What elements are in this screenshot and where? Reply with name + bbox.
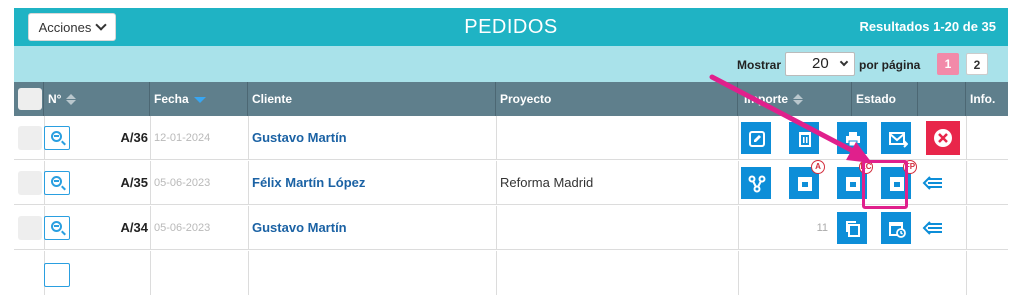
por-pagina-label: por página <box>859 58 921 72</box>
column-proyecto[interactable]: Proyecto <box>496 82 738 116</box>
per-page-select[interactable]: 20 <box>785 52 855 76</box>
column-proyecto-label: Proyecto <box>500 92 552 106</box>
table-row: A/36 12-01-2024 Gustavo Martín <box>14 116 1008 160</box>
column-num-label: N° <box>48 92 62 106</box>
zoom-in-icon[interactable] <box>44 216 70 240</box>
pagination-bar: Mostrar 20 por página 1 2 <box>14 46 1008 82</box>
order-date: 05-06-2023 <box>154 222 211 234</box>
sort-icon <box>793 94 804 106</box>
branch-icon <box>748 175 766 193</box>
row-checkbox[interactable] <box>18 126 42 150</box>
order-number: A/35 <box>120 175 148 190</box>
order-number: A/34 <box>120 220 148 235</box>
project-name: Reforma Madrid <box>500 175 594 190</box>
toolbar: PEDIDOS Acciones Resultados 1-20 de 35 <box>14 8 1008 46</box>
row-checkbox[interactable] <box>18 171 42 195</box>
order-amount: 11 <box>816 222 828 234</box>
edit-icon <box>749 131 765 147</box>
zoom-in-icon[interactable] <box>44 171 70 195</box>
table-header: N° Fecha Cliente Proyecto Importe Estado… <box>14 82 1008 116</box>
column-importe[interactable]: Importe <box>738 82 852 116</box>
document-a-button[interactable]: A <box>788 160 825 200</box>
select-all-header <box>14 82 44 116</box>
collapse-arrow-icon[interactable] <box>922 173 944 193</box>
column-cliente[interactable]: Cliente <box>248 82 496 116</box>
order-number: A/36 <box>120 130 148 145</box>
page-2-button[interactable]: 2 <box>966 53 988 75</box>
copy-icon <box>846 221 860 237</box>
edit-button[interactable] <box>740 121 772 155</box>
copy-button[interactable] <box>836 211 868 245</box>
client-link[interactable]: Gustavo Martín <box>250 116 494 160</box>
trash-icon <box>799 132 811 147</box>
chevron-down-icon <box>95 19 108 31</box>
column-fecha[interactable]: Fecha <box>150 82 248 116</box>
chevron-down-icon <box>839 57 849 67</box>
table-row <box>14 251 1008 295</box>
delete-doc-button[interactable] <box>788 121 820 155</box>
page-1-button[interactable]: 1 <box>937 53 959 75</box>
column-info: Info. <box>966 82 1008 116</box>
column-estado[interactable]: Estado <box>852 82 918 116</box>
document-ec-icon <box>846 177 860 191</box>
orders-screen: PEDIDOS Acciones Resultados 1-20 de 35 M… <box>0 0 1024 295</box>
select-all-checkbox[interactable] <box>18 88 42 110</box>
orders-panel: PEDIDOS Acciones Resultados 1-20 de 35 M… <box>14 8 1008 295</box>
column-blank <box>918 82 966 116</box>
print-icon <box>846 132 860 147</box>
results-count: Resultados 1-20 de 35 <box>859 19 996 34</box>
send-email-button[interactable] <box>880 121 912 155</box>
print-button[interactable] <box>836 121 868 155</box>
badge-a: A <box>811 160 825 174</box>
column-num[interactable]: N° <box>44 82 150 116</box>
document-a-icon <box>798 177 812 191</box>
column-estado-label: Estado <box>856 92 897 106</box>
sort-icon <box>66 94 77 106</box>
client-link[interactable]: Gustavo Martín <box>250 206 494 250</box>
acciones-dropdown[interactable]: Acciones <box>28 13 116 41</box>
calendar-history-icon <box>889 222 906 238</box>
zoom-in-icon[interactable] <box>44 263 70 287</box>
branch-button[interactable] <box>740 166 772 200</box>
sort-desc-icon <box>193 96 206 103</box>
zoom-in-icon[interactable] <box>44 126 70 150</box>
project-name <box>498 206 738 250</box>
close-icon <box>934 129 952 147</box>
table-row: A/34 05-06-2023 Gustavo Martín 11 <box>14 206 1008 250</box>
client-link[interactable]: Félix Martín López <box>250 161 494 205</box>
collapse-arrow-icon[interactable] <box>922 218 944 238</box>
per-page-value: 20 <box>812 55 829 72</box>
delete-order-button[interactable] <box>926 121 960 155</box>
highlight-box <box>862 160 908 209</box>
project-name <box>498 116 738 160</box>
mostrar-label: Mostrar <box>737 58 782 72</box>
column-cliente-label: Cliente <box>252 92 293 106</box>
calendar-history-button[interactable] <box>880 211 912 245</box>
acciones-label: Acciones <box>38 19 92 35</box>
send-email-icon <box>889 132 908 148</box>
column-fecha-label: Fecha <box>154 92 189 106</box>
column-info-label: Info. <box>970 92 996 106</box>
table-row: A/35 05-06-2023 Félix Martín López Refor… <box>14 160 1008 205</box>
row-checkbox[interactable] <box>18 216 42 240</box>
order-date: 12-01-2024 <box>154 132 211 144</box>
column-importe-label: Importe <box>744 92 789 106</box>
order-date: 05-06-2023 <box>154 177 211 189</box>
